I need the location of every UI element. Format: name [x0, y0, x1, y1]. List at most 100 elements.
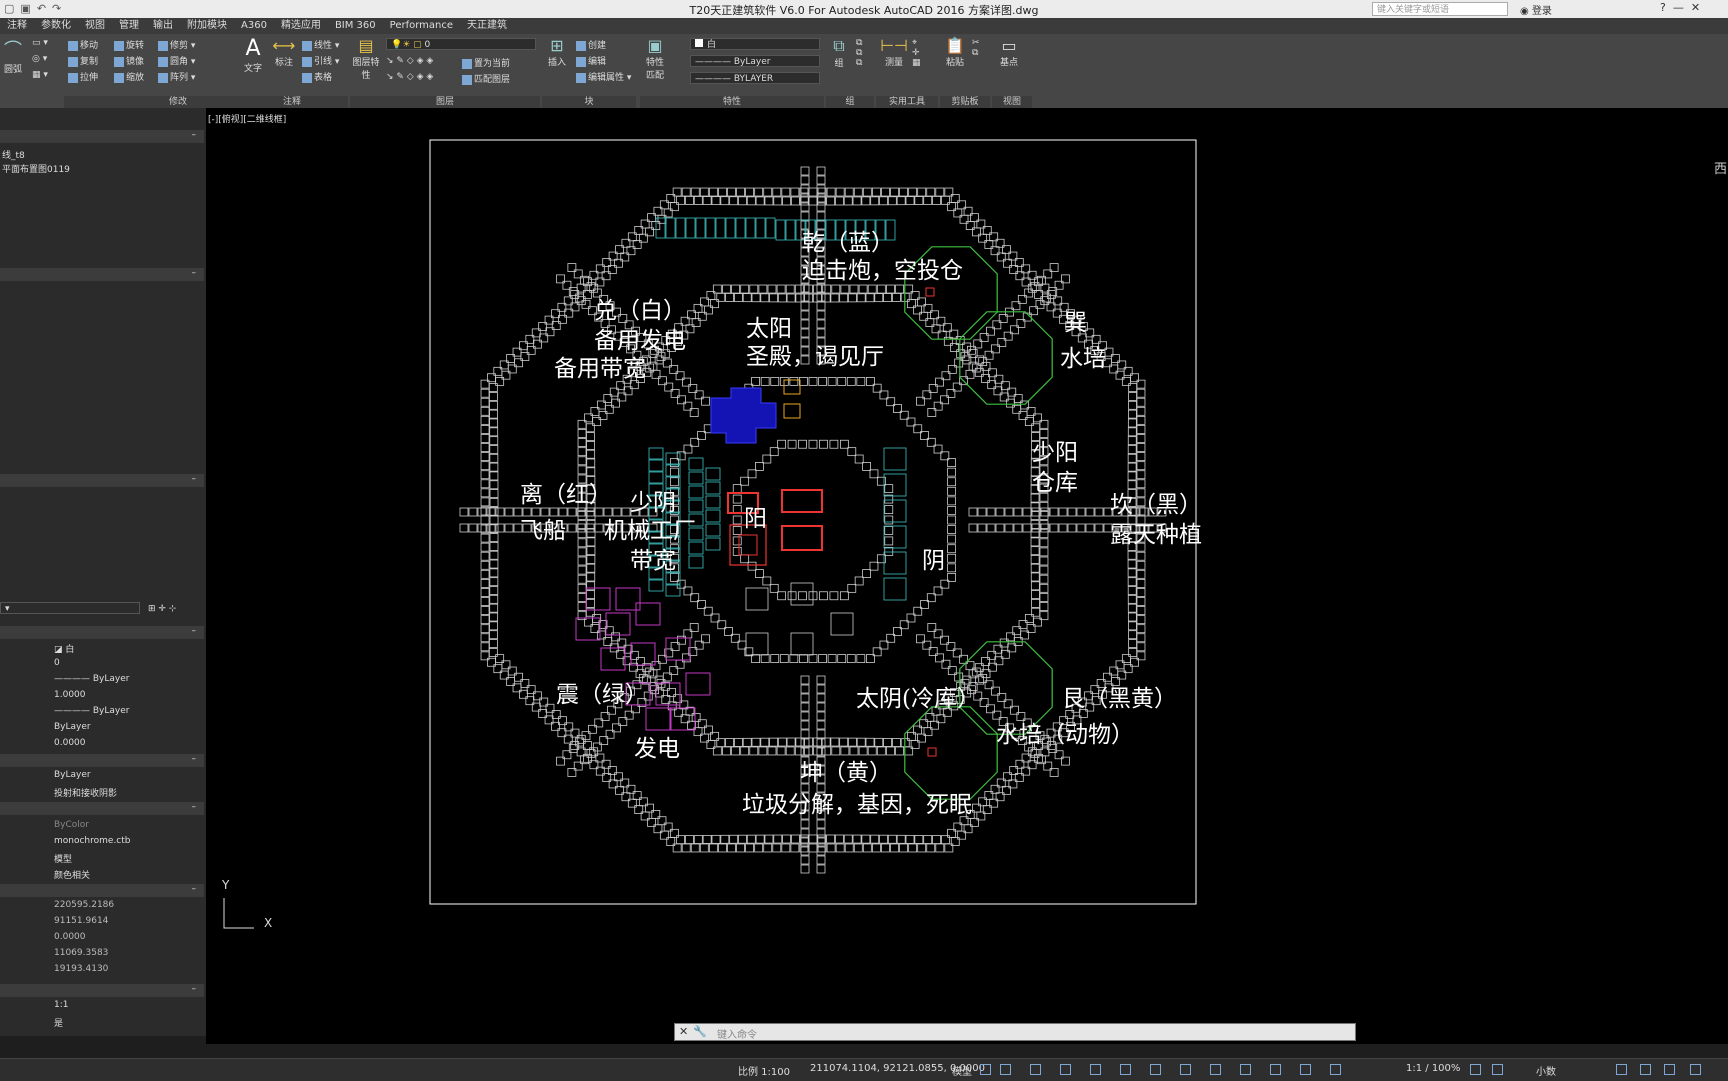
prop-center-x[interactable]: 220595.2186	[54, 900, 114, 910]
hatch-tools[interactable]: ▦ ▾	[32, 70, 48, 80]
paste-button[interactable]: 📋 粘贴	[942, 36, 968, 68]
window-controls[interactable]: ? — ✕	[1660, 1, 1700, 14]
measure-button[interactable]: ⊢⊣ 测量	[880, 36, 908, 68]
tab-manage[interactable]: 管理	[112, 18, 146, 34]
prop-width[interactable]: 19193.4130	[54, 964, 108, 974]
properties-panel-label[interactable]: 特性	[640, 96, 824, 108]
model-button[interactable]: 模型	[952, 1063, 972, 1078]
copy-button[interactable]: 复制	[68, 54, 98, 67]
layer-dropdown[interactable]: 💡☀ ▢ 0	[386, 38, 536, 50]
prop-plot-attached[interactable]: 模型	[54, 852, 72, 865]
prop-height[interactable]: 11069.3583	[54, 948, 108, 958]
palette-section-header[interactable]: –	[0, 626, 204, 639]
clean-screen-icon[interactable]	[1664, 1064, 1675, 1075]
plus-icon[interactable]	[1492, 1064, 1503, 1075]
prop-layer[interactable]: 0	[54, 658, 60, 668]
view-panel-label[interactable]: 视图	[992, 96, 1032, 108]
palette-section-header[interactable]: –	[0, 754, 204, 767]
prop-linetype[interactable]: ———— ByLayer	[54, 674, 129, 684]
lineweight-dropdown[interactable]: ———— BYLAYER	[690, 72, 820, 84]
palette-section-header[interactable]: –	[0, 984, 204, 997]
palette-section-header[interactable]: –	[0, 474, 204, 487]
layer-tools-row2[interactable]: ↘ ✎ ◇ ◈ ◈	[386, 72, 433, 82]
mirror-button[interactable]: 镜像	[114, 54, 144, 67]
clipboard-panel-label[interactable]: 剪贴板	[940, 96, 990, 108]
prop-plot-style[interactable]: ByColor	[54, 820, 89, 830]
tab-view[interactable]: 视图	[78, 18, 112, 34]
edit-block-button[interactable]: 编辑	[576, 54, 606, 67]
trim-button[interactable]: 修剪 ▾	[158, 38, 195, 51]
lineweight-icon[interactable]	[1150, 1064, 1161, 1075]
match-properties-button[interactable]: ▣ 特性匹配	[642, 36, 668, 81]
color-dropdown[interactable]: 白	[690, 38, 820, 50]
annotation-visibility-icon[interactable]	[1330, 1064, 1341, 1075]
palette-section-header[interactable]: –	[0, 802, 204, 815]
command-input[interactable]: 键入命令	[717, 1026, 757, 1041]
tab-output[interactable]: 输出	[146, 18, 180, 34]
gizmo-icon[interactable]	[1300, 1064, 1311, 1075]
otrack-icon[interactable]	[1120, 1064, 1131, 1075]
close-icon[interactable]: ✕	[679, 1025, 688, 1038]
linear-dim-button[interactable]: 线性 ▾	[302, 38, 339, 51]
viewcube-compass[interactable]: 西	[1714, 158, 1727, 177]
ortho-icon[interactable]	[1030, 1064, 1041, 1075]
prop-material[interactable]: ByLayer	[54, 770, 91, 780]
select-objects-icons[interactable]: ⊞ ✛ ⊹	[148, 604, 176, 614]
move-button[interactable]: 移动	[68, 38, 98, 51]
tab-parametric[interactable]: 参数化	[34, 18, 78, 34]
tab-bim360[interactable]: BIM 360	[328, 18, 383, 34]
transparency-icon[interactable]	[1180, 1064, 1191, 1075]
set-current-button[interactable]: 置为当前	[462, 56, 510, 69]
command-line[interactable]: ✕ 🔧 键入命令	[674, 1023, 1356, 1041]
selection-cycling-icon[interactable]	[1210, 1064, 1221, 1075]
prop-shadow[interactable]: 投射和接收阴影	[54, 786, 117, 799]
group-tools[interactable]: ⧉ ⧉ ⧉	[856, 38, 862, 68]
grid-icon[interactable]	[980, 1064, 991, 1075]
search-input[interactable]: 键入关键字或短语	[1372, 2, 1508, 16]
create-block-button[interactable]: 创建	[576, 38, 606, 51]
viewport-label[interactable]: [-][俯视][二维线框]	[208, 112, 286, 125]
fillet-button[interactable]: 圆角 ▾	[158, 54, 195, 67]
tab-performance[interactable]: Performance	[383, 18, 460, 34]
prop-center-z[interactable]: 0.0000	[54, 932, 86, 942]
scale-indicator[interactable]: 比例 1:100	[738, 1063, 790, 1078]
tab-featured-apps[interactable]: 精选应用	[274, 18, 328, 34]
group-button[interactable]: ⧉ 组	[828, 36, 850, 69]
edit-attributes-button[interactable]: 编辑属性 ▾	[576, 70, 631, 83]
scale-button[interactable]: 缩放	[114, 70, 144, 83]
polar-icon[interactable]	[1060, 1064, 1071, 1075]
prop-thickness[interactable]: 0.0000	[54, 738, 86, 748]
layer-tools-row1[interactable]: ↘ ✎ ◇ ◈ ◈	[386, 56, 433, 66]
prop-ucs-icon[interactable]: 是	[54, 1016, 63, 1029]
drawing-canvas[interactable]: [-][俯视][二维线框] 西 Y X 乾（蓝） 迫击炮，空投仓 兑（白） 备用…	[206, 108, 1728, 1044]
clipboard-tools[interactable]: ✂ ⧉	[972, 38, 980, 58]
tab-addins[interactable]: 附加模块	[180, 18, 234, 34]
layer-properties-button[interactable]: ▤ 图层特性	[352, 36, 380, 81]
palette-section-header[interactable]: –	[0, 130, 204, 143]
prop-lineweight[interactable]: ———— ByLayer	[54, 706, 129, 716]
stretch-button[interactable]: 拉伸	[68, 70, 98, 83]
workspace-gear-icon[interactable]	[1470, 1064, 1481, 1075]
hardware-acceleration-icon[interactable]	[1640, 1064, 1651, 1075]
utility-tools[interactable]: ⌖ ✛ ▦	[912, 38, 921, 68]
annotate-panel-label[interactable]: 注释	[236, 96, 348, 108]
units-dropdown[interactable]: 小数	[1536, 1063, 1556, 1078]
annotation-scale[interactable]: 1:1 / 100%	[1406, 1063, 1460, 1074]
osnap-icon[interactable]	[1090, 1064, 1101, 1075]
leader-button[interactable]: 引线 ▾	[302, 54, 339, 67]
prop-transparency[interactable]: ByLayer	[54, 722, 91, 732]
array-button[interactable]: 阵列 ▾	[158, 70, 195, 83]
insert-button[interactable]: ⊞ 插入	[544, 36, 570, 68]
prop-plot-table[interactable]: monochrome.ctb	[54, 836, 131, 846]
text-button[interactable]: A 文字	[240, 36, 266, 74]
tab-a360[interactable]: A360	[234, 18, 274, 34]
isolate-icon[interactable]	[1616, 1064, 1627, 1075]
snap-icon[interactable]	[1000, 1064, 1011, 1075]
circle-tools[interactable]: ◎ ▾	[32, 54, 47, 64]
linetype-dropdown[interactable]: ———— ByLayer	[690, 55, 820, 67]
dynamic-ucs-icon[interactable]	[1270, 1064, 1281, 1075]
groups-panel-label[interactable]: 组	[826, 96, 874, 108]
rotate-button[interactable]: 旋转	[114, 38, 144, 51]
wrench-icon[interactable]: 🔧	[693, 1025, 707, 1038]
prop-color[interactable]: ◪ 白	[54, 642, 74, 655]
